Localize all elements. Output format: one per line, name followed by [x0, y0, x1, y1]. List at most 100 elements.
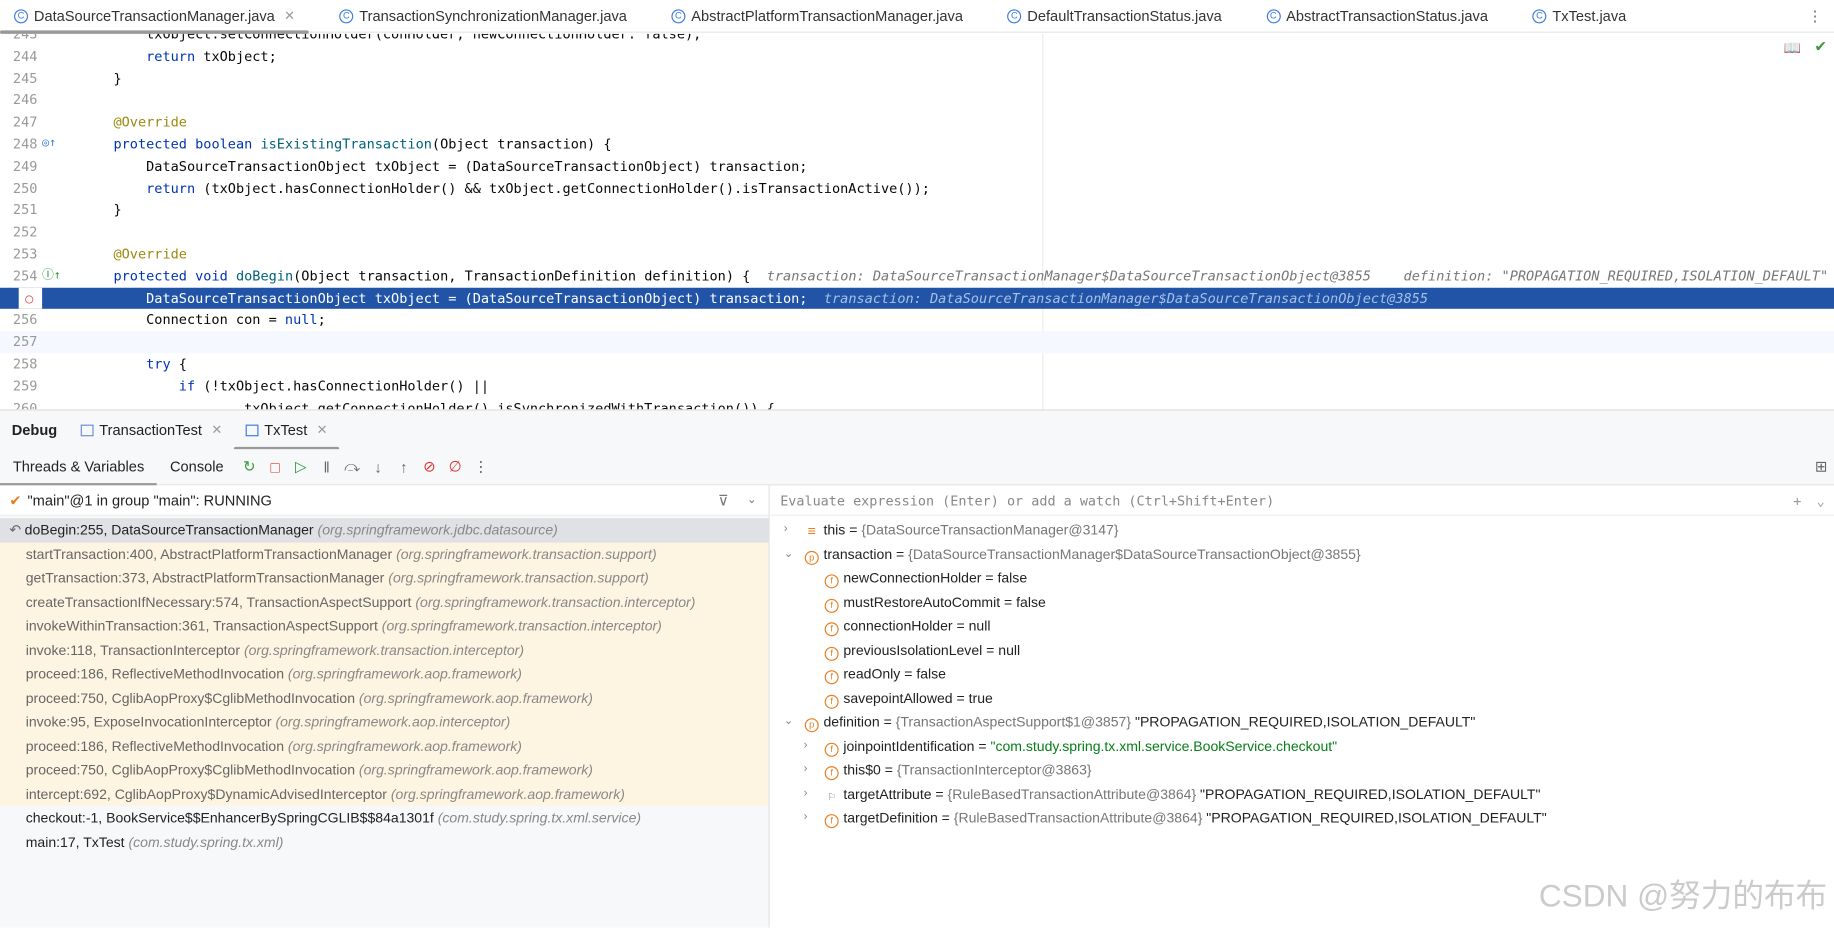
- frame-package: (org.springframework.aop.framework): [287, 665, 522, 682]
- rerun-icon[interactable]: ↻: [237, 457, 263, 476]
- variable-value: false: [1016, 593, 1046, 610]
- stack-frame[interactable]: startTransaction:400, AbstractPlatformTr…: [0, 542, 769, 567]
- session-tab-transactiontest[interactable]: TransactionTest ✕: [69, 410, 234, 450]
- editor-tab[interactable]: C AbstractPlatformTransactionManager.java: [657, 0, 977, 32]
- frame-package: (com.study.spring.tx.xml): [128, 833, 284, 850]
- editor-tab[interactable]: C DataSourceTransactionManager.java ✕: [0, 0, 310, 34]
- chevron-down-icon[interactable]: ⌄: [784, 710, 798, 734]
- field-icon: f: [824, 670, 839, 685]
- chevron-right-icon[interactable]: ›: [804, 782, 818, 806]
- mute-breakpoints-icon[interactable]: ∅: [442, 457, 468, 476]
- view-breakpoints-icon[interactable]: ⊘: [417, 457, 443, 476]
- pause-icon[interactable]: ‖: [314, 458, 340, 476]
- line-number: 249: [12, 157, 38, 175]
- stack-frame[interactable]: intercept:692, CglibAopProxy$DynamicAdvi…: [0, 781, 769, 806]
- evaluate-expression-input[interactable]: Evaluate expression (Enter) or add a wat…: [770, 485, 1834, 516]
- session-label: TransactionTest: [99, 421, 202, 439]
- step-over-icon[interactable]: ⤼: [339, 457, 365, 476]
- variable-row[interactable]: ⌄ p transaction = {DataSourceTransactionMa…: [771, 542, 1834, 566]
- tab-console[interactable]: Console: [157, 449, 236, 485]
- chevron-right-icon[interactable]: ›: [804, 806, 818, 830]
- stack-frame[interactable]: invoke:118, TransactionInterceptor (org.…: [0, 638, 769, 663]
- close-icon[interactable]: ✕: [211, 422, 222, 437]
- tab-threads-variables[interactable]: Threads & Variables: [0, 449, 158, 485]
- add-watch-icon[interactable]: +: [1793, 485, 1801, 515]
- thread-selector[interactable]: ✔ "main"@1 in group "main": RUNNING ⊽ ⌄: [0, 485, 769, 516]
- frame-method: proceed:186, ReflectiveMethodInvocation: [25, 665, 285, 682]
- variable-row[interactable]: f newConnectionHolder = false: [771, 566, 1834, 590]
- variable-row[interactable]: f connectionHolder = null: [771, 614, 1834, 638]
- editor-tab[interactable]: C TxTest.java: [1518, 0, 1640, 32]
- step-out-icon[interactable]: ↑: [391, 458, 417, 476]
- stack-frame[interactable]: proceed:750, CglibAopProxy$CglibMethodIn…: [0, 686, 769, 711]
- chevron-down-icon[interactable]: ⌄: [784, 542, 798, 566]
- filter-icon[interactable]: ⊽: [718, 491, 729, 508]
- stack-frame[interactable]: createTransactionIfNecessary:574, Transa…: [0, 590, 769, 615]
- stack-frame[interactable]: main:17, TxTest (com.study.spring.tx.xml…: [0, 830, 768, 854]
- frame-method: invoke:95, ExposeInvocationInterceptor: [25, 713, 272, 730]
- session-tab-txtest[interactable]: TxTest ✕: [233, 410, 340, 450]
- line-number: 247: [12, 113, 38, 131]
- flag-icon: ⚐: [827, 791, 836, 802]
- override-icon[interactable]: Ⓘ↑: [42, 265, 61, 287]
- variable-row[interactable]: f savepointAllowed = true: [771, 686, 1834, 710]
- resume-icon[interactable]: ▷: [288, 457, 314, 476]
- editor-tabs: C DataSourceTransactionManager.java ✕ C Tran…: [0, 0, 1834, 34]
- variable-value: false: [997, 569, 1028, 587]
- variable-row[interactable]: › f joinpointIdentification = "com.study.s…: [771, 734, 1834, 758]
- frame-package: (org.springframework.transaction.interce…: [381, 617, 662, 634]
- editor-tab[interactable]: C DefaultTransactionStatus.java: [993, 0, 1235, 32]
- stack-frame[interactable]: getTransaction:373, AbstractPlatformTran…: [0, 566, 769, 591]
- field-icon: f: [824, 646, 839, 661]
- frame-package: (org.springframework.jdbc.datasource): [317, 521, 558, 539]
- stack-frame[interactable]: proceed:186, ReflectiveMethodInvocation …: [0, 733, 769, 758]
- more-tabs-icon[interactable]: ⋮: [1808, 7, 1823, 24]
- class-icon: C: [1007, 8, 1022, 23]
- close-icon[interactable]: ✕: [284, 8, 295, 23]
- return-icon: ↶: [9, 521, 22, 539]
- variable-row[interactable]: › ≡ this = {DataSourceTransactionManager@3…: [771, 518, 1834, 542]
- variable-row[interactable]: f mustRestoreAutoCommit = false: [771, 590, 1834, 614]
- code-line: 245}: [0, 67, 1834, 89]
- override-icon[interactable]: ◎↑: [42, 133, 56, 155]
- stack-frame[interactable]: proceed:750, CglibAopProxy$CglibMethodIn…: [0, 757, 769, 782]
- variable-row[interactable]: ⌄ p definition = {TransactionAspectSupport…: [771, 710, 1834, 734]
- close-icon[interactable]: ✕: [317, 422, 328, 437]
- breakpoint-icon[interactable]: ○: [18, 287, 43, 310]
- code-line: 256 Connection con = null;: [0, 309, 1834, 331]
- code-text: }: [113, 69, 122, 87]
- line-number: 257: [12, 333, 38, 350]
- stack-frame[interactable]: proceed:186, ReflectiveMethodInvocation …: [0, 662, 769, 687]
- code-line: 254 Ⓘ↑ protected void doBegin(Object trans…: [0, 265, 1834, 287]
- line-number: 248: [12, 135, 38, 153]
- code-line: 249 DataSourceTransactionObject txObject…: [0, 155, 1834, 177]
- session-label: TxTest: [264, 421, 308, 439]
- code-editor[interactable]: 243 txObject.setConnectionHolder(conHold…: [0, 33, 1834, 410]
- editor-tab[interactable]: C AbstractTransactionStatus.java: [1252, 0, 1502, 32]
- variable-row[interactable]: › f targetDefinition = {RuleBasedTransacti…: [771, 806, 1834, 830]
- reader-mode-icon[interactable]: 📖: [1784, 40, 1801, 56]
- code-line: 259 if (!txObject.hasConnectionHolder() …: [0, 375, 1834, 397]
- more-icon[interactable]: ⋮: [468, 457, 494, 476]
- stack-frame[interactable]: checkout:-1, BookService$$EnhancerBySpri…: [0, 806, 768, 830]
- chevron-down-icon[interactable]: ⌄: [1817, 485, 1825, 515]
- step-into-icon[interactable]: ↓: [365, 458, 391, 476]
- chevron-right-icon[interactable]: ›: [784, 518, 798, 542]
- stack-frame[interactable]: invokeWithinTransaction:361, Transaction…: [0, 614, 769, 639]
- field-icon: f: [824, 598, 839, 613]
- chevron-down-icon[interactable]: ⌄: [747, 494, 757, 507]
- chevron-right-icon[interactable]: ›: [804, 734, 818, 758]
- thread-label: "main"@1 in group "main": RUNNING: [27, 491, 272, 509]
- editor-tab[interactable]: C TransactionSynchronizationManager.java: [325, 0, 641, 32]
- stack-frame[interactable]: invoke:95, ExposeInvocationInterceptor (…: [0, 710, 769, 734]
- variable-row[interactable]: f readOnly = false: [771, 662, 1834, 686]
- chevron-right-icon[interactable]: ›: [804, 758, 818, 782]
- variable-row[interactable]: › ⚐ targetAttribute = {RuleBasedTransactio…: [771, 782, 1834, 806]
- layout-icon[interactable]: ⊞: [1808, 457, 1834, 476]
- variable-value: "PROPAGATION_REQUIRED,ISOLATION_DEFAULT": [1206, 809, 1547, 826]
- stop-icon[interactable]: □: [262, 458, 288, 476]
- variable-name: joinpointIdentification: [843, 737, 975, 754]
- variable-row[interactable]: f previousIsolationLevel = null: [771, 638, 1834, 662]
- variable-row[interactable]: › f this$0 = {TransactionInterceptor@3863}: [771, 758, 1834, 782]
- stack-frame[interactable]: ↶ doBegin:255, DataSourceTransactionManag…: [0, 518, 769, 543]
